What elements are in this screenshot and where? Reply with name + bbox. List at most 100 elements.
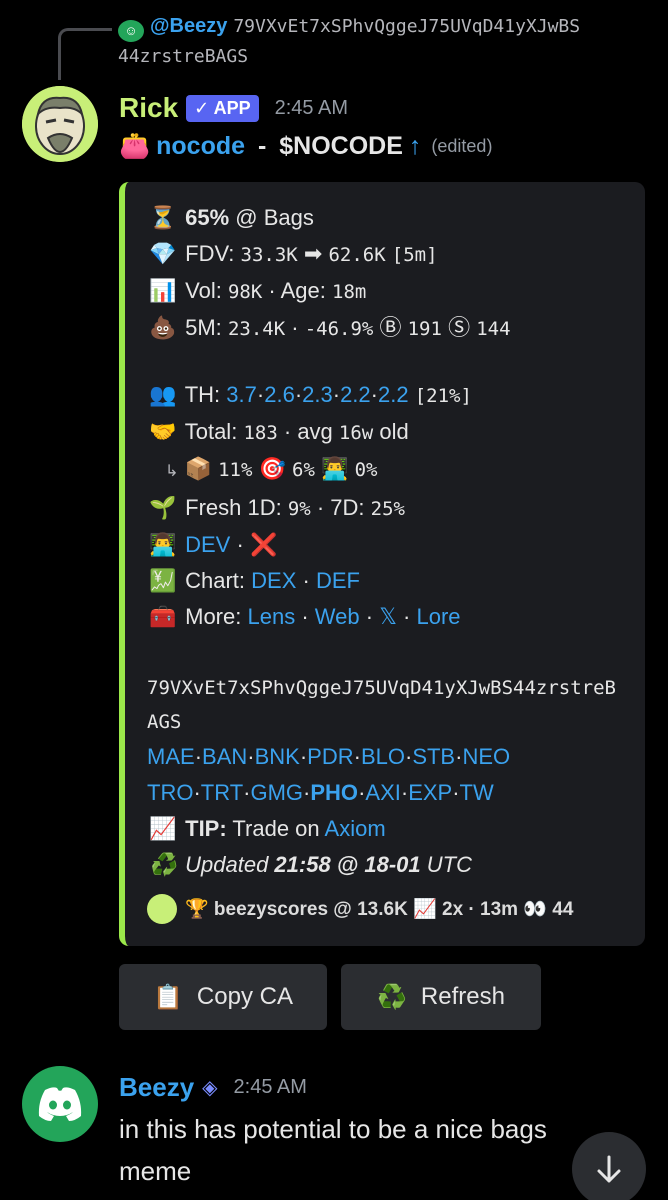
dex-link-tro[interactable]: TRO (147, 780, 193, 805)
more-sep-3: · (396, 604, 417, 629)
refresh-button[interactable]: ♻️ Refresh (341, 964, 541, 1030)
web-link[interactable]: Web (315, 604, 360, 629)
x-link[interactable]: 𝕏 (379, 604, 397, 629)
dex-link-neo[interactable]: NEO (462, 744, 510, 769)
reply-user[interactable]: @Beezy (150, 15, 227, 37)
fresh-row: 🌱 Fresh 1D: 9% · 7D: 25% (147, 490, 637, 527)
people-icon: 👥 (149, 382, 177, 407)
poop-icon: 💩 (149, 315, 177, 340)
dex-links-row-1: MAE·BAN·BNK·PDR·BLO·STB·NEO (147, 739, 637, 775)
chart-row: 💹 Chart: DEX · DEF (147, 563, 637, 599)
updated-text: Updated (185, 852, 275, 877)
reply-reference[interactable]: ☺ @Beezy 79VXvEt7xSPhvQggeJ75UVqD41yXJwBS … (118, 12, 658, 71)
token-name-link[interactable]: nocode (156, 132, 245, 161)
tip-row: 📈 TIP: Trade on Axiom (147, 811, 637, 847)
def-link[interactable]: DEF (316, 568, 360, 593)
fresh-sep: · (310, 495, 331, 520)
beezy-avatar[interactable] (22, 1066, 98, 1142)
recycle-icon: ♻️ (149, 852, 177, 877)
copy-ca-button[interactable]: 📋 Copy CA (119, 964, 327, 1030)
reply-connector (58, 28, 112, 80)
more-sep-1: · (295, 604, 315, 629)
arrow-down-icon (597, 1155, 621, 1183)
embed-footer: 🏆 beezyscores @ 13.6K 📈 2x · 13m 👀 44 (147, 894, 573, 924)
rick-avatar-icon (22, 86, 98, 162)
dex-link-bnk[interactable]: BNK (255, 744, 300, 769)
discord-icon: ☺ (118, 20, 144, 42)
fresh-7d-value: 25% (370, 498, 405, 520)
bar-chart-icon: 📊 (149, 278, 177, 303)
dex-link-gmg[interactable]: GMG (250, 780, 303, 805)
th-label: TH: (184, 382, 221, 407)
dex-link-trt[interactable]: TRT (201, 780, 243, 805)
total-value: 183 (243, 422, 278, 444)
up-arrow-icon: ↑ (408, 132, 422, 160)
fresh-1d-value: 9% (287, 498, 311, 520)
more-label: More: (185, 604, 242, 629)
updated-row: ♻️ Updated 21:58 @ 18-01 UTC (147, 847, 637, 883)
token-embed: ⏳ 65% @ Bags 💎 FDV: 33.3K ➡ 62.6K [5m] 📊… (119, 182, 645, 946)
author-name[interactable]: Rick (119, 92, 178, 124)
avatar[interactable] (22, 86, 98, 162)
age-label: Age: (280, 278, 326, 303)
sub-arrow-icon: ↳ (165, 463, 179, 480)
x-cross-icon[interactable]: ❌ (250, 532, 277, 557)
token-ticker: $NOCODE (279, 132, 403, 160)
refresh-label: Refresh (420, 983, 505, 1010)
progress-value: 65% (185, 205, 230, 230)
message-title: 👛 nocode - $NOCODE ↑ (edited) (119, 132, 492, 161)
avg-suffix: old (373, 419, 409, 444)
toolbox-icon: 🧰 (149, 604, 177, 629)
diamond-icon: 💎 (149, 241, 177, 266)
reply-text-1: 79VXvEt7xSPhvQggeJ75UVqD41yXJwBS (233, 16, 581, 37)
lens-link[interactable]: Lens (248, 604, 296, 629)
dex-link-mae[interactable]: MAE (147, 744, 195, 769)
th-value-2[interactable]: 2.6 (264, 382, 295, 407)
th-value-1[interactable]: 3.7 (226, 382, 257, 407)
fdv-window: [5m] (391, 244, 438, 266)
dex-link-stb[interactable]: STB (412, 744, 455, 769)
hourglass-icon: ⏳ (149, 205, 177, 230)
vol-value: 98K (227, 281, 263, 303)
fresh-1d-label: Fresh 1D: (185, 495, 282, 520)
lore-link[interactable]: Lore (416, 604, 460, 629)
avg-label: · avg (277, 419, 339, 444)
box-pct: 11% (218, 459, 253, 481)
sells-count: 144 (476, 318, 511, 340)
message2-text: in this has potential to be a nice bags … (119, 1114, 547, 1186)
box-icon: 📦 (184, 456, 212, 481)
th-value-5[interactable]: 2.2 (378, 382, 409, 407)
th-value-4[interactable]: 2.2 (340, 382, 371, 407)
fdv-to: 62.6K (328, 244, 386, 266)
dex-link-pdr[interactable]: PDR (307, 744, 353, 769)
footer-text: 🏆 beezyscores @ 13.6K 📈 2x · 13m 👀 44 (185, 899, 574, 920)
total-label: Total: (184, 419, 238, 444)
chart-yen-icon: 💹 (149, 568, 177, 593)
dex-link-blo[interactable]: BLO (361, 744, 405, 769)
fdv-row: 💎 FDV: 33.3K ➡ 62.6K [5m] (147, 236, 637, 273)
recycle-button-icon: ♻️ (377, 983, 407, 1011)
vol-sep: · (262, 278, 281, 303)
updated-time: 21:58 @ 18-01 (274, 852, 421, 877)
dex-sep: · (247, 744, 255, 769)
dev-icon: 👨‍💻 (321, 456, 349, 481)
dex-link-ban[interactable]: BAN (202, 744, 247, 769)
dex-link[interactable]: DEX (251, 568, 296, 593)
dex-link-axi[interactable]: AXI (365, 780, 400, 805)
dex-sep: · (353, 744, 361, 769)
app-badge: ✓ APP (186, 94, 259, 122)
th-value-3[interactable]: 2.3 (302, 382, 333, 407)
dex-link-pho[interactable]: PHO (310, 780, 358, 805)
scroll-down-button[interactable] (572, 1132, 646, 1200)
footer-avatar (147, 894, 177, 924)
dev-link[interactable]: DEV (185, 532, 230, 557)
dex-link-exp[interactable]: EXP (408, 780, 452, 805)
dex-link-tw[interactable]: TW (460, 780, 494, 805)
target-pct: 6% (292, 459, 315, 481)
b-circle-icon: Ⓑ (379, 315, 402, 340)
axiom-link[interactable]: Axiom (325, 816, 386, 841)
dev-pct: 0% (354, 459, 378, 481)
author2-name[interactable]: Beezy (119, 1072, 194, 1103)
fdv-label: FDV: (185, 241, 235, 266)
dex-sep: · (452, 780, 460, 805)
